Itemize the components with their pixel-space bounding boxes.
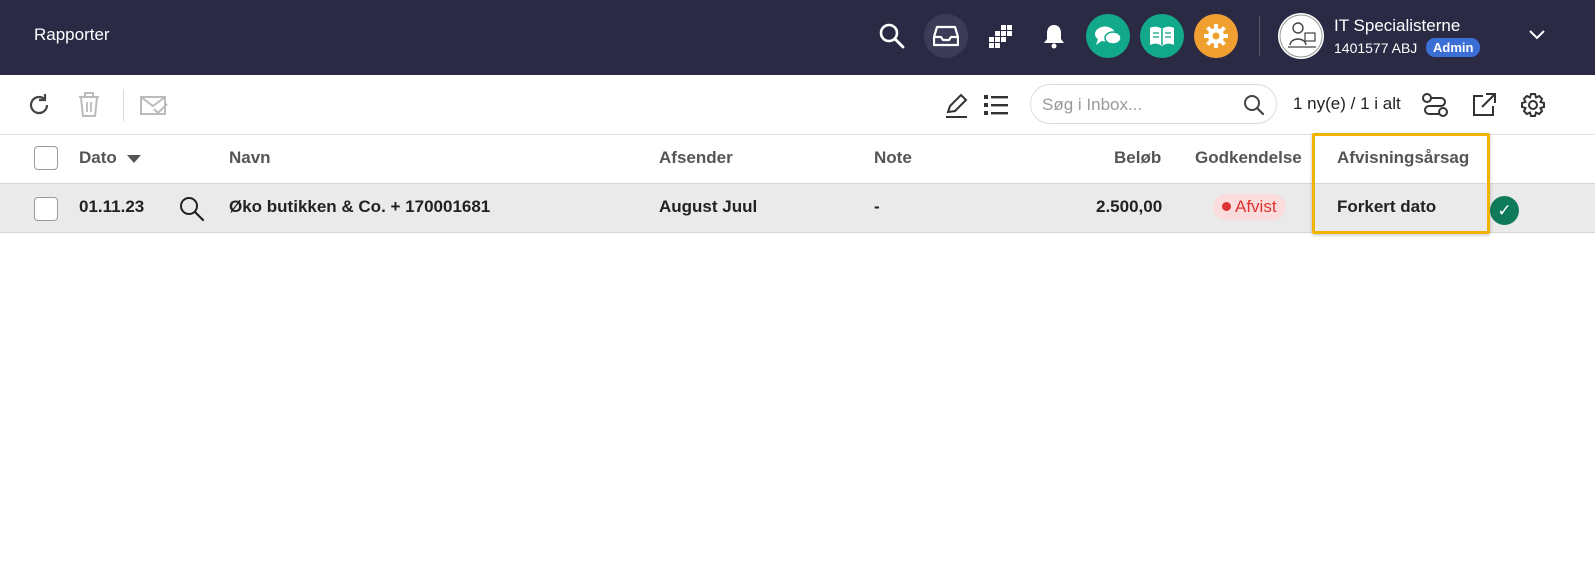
row-amount: 2.500,00 <box>1096 197 1163 216</box>
search-icon[interactable] <box>870 14 914 58</box>
message-counter: 1 ny(e) / 1 i alt <box>1293 94 1401 113</box>
apps-grid-icon[interactable] <box>978 14 1022 58</box>
user-name: IT Specialisterne <box>1334 16 1461 35</box>
toolbar-divider <box>123 89 124 121</box>
bell-icon[interactable] <box>1032 14 1076 58</box>
refresh-icon[interactable] <box>24 90 54 120</box>
book-icon[interactable] <box>1140 14 1184 58</box>
column-header-dato-label: Dato <box>79 148 117 167</box>
list-icon[interactable] <box>981 90 1011 120</box>
table-header: Dato Navn Afsender Note Beløb Godkendels… <box>0 135 1595 184</box>
trash-icon[interactable] <box>74 90 104 120</box>
status-badge: Afvist <box>1213 194 1286 220</box>
column-header-beloeb[interactable]: Beløb <box>1114 148 1161 168</box>
select-all-checkbox[interactable] <box>34 146 58 170</box>
sort-down-icon[interactable] <box>126 149 142 169</box>
top-bar: Rapporter IT Specialisterne 1401577 ABJ … <box>0 0 1595 75</box>
avatar[interactable] <box>1278 13 1324 59</box>
preview-search-icon[interactable] <box>178 195 206 228</box>
table-row[interactable]: 01.11.23 Øko butikken & Co. + 170001681 … <box>0 184 1595 233</box>
gear-icon[interactable] <box>1194 14 1238 58</box>
flow-icon[interactable] <box>1420 90 1450 120</box>
search-field <box>1030 84 1277 124</box>
edit-icon[interactable] <box>941 90 971 120</box>
check-icon[interactable]: ✓ <box>1490 196 1519 225</box>
row-sender: August Juul <box>659 197 758 216</box>
page-title: Rapporter <box>34 25 110 44</box>
row-rejection-reason: Forkert dato <box>1337 197 1437 216</box>
search-icon[interactable] <box>1243 94 1265 121</box>
user-id: 1401577 ABJ <box>1334 40 1418 56</box>
mail-check-icon[interactable] <box>139 90 169 120</box>
external-link-icon[interactable] <box>1469 90 1499 120</box>
column-header-dato[interactable]: Dato <box>79 148 142 169</box>
row-note: - <box>874 197 880 216</box>
settings-icon[interactable] <box>1518 90 1548 120</box>
column-header-godkendelse[interactable]: Godkendelse <box>1195 148 1302 168</box>
row-checkbox[interactable] <box>34 197 58 221</box>
column-header-note[interactable]: Note <box>874 148 912 168</box>
column-header-navn[interactable]: Navn <box>229 148 271 168</box>
column-header-afsender[interactable]: Afsender <box>659 148 733 168</box>
search-input[interactable] <box>1042 94 1237 116</box>
status-dot <box>1222 202 1231 211</box>
row-date: 01.11.23 <box>79 197 145 216</box>
column-header-afvisningsaarsag[interactable]: Afvisningsårsag <box>1337 148 1469 168</box>
chevron-down-icon[interactable] <box>1528 28 1546 47</box>
topbar-divider <box>1259 16 1260 56</box>
admin-badge: Admin <box>1426 38 1481 57</box>
inbox-icon[interactable] <box>924 14 968 58</box>
toolbar: 1 ny(e) / 1 i alt <box>0 75 1595 135</box>
chat-icon[interactable] <box>1086 14 1130 58</box>
row-name: Øko butikken & Co. + 170001681 <box>229 197 491 216</box>
status-label: Afvist <box>1235 197 1277 216</box>
